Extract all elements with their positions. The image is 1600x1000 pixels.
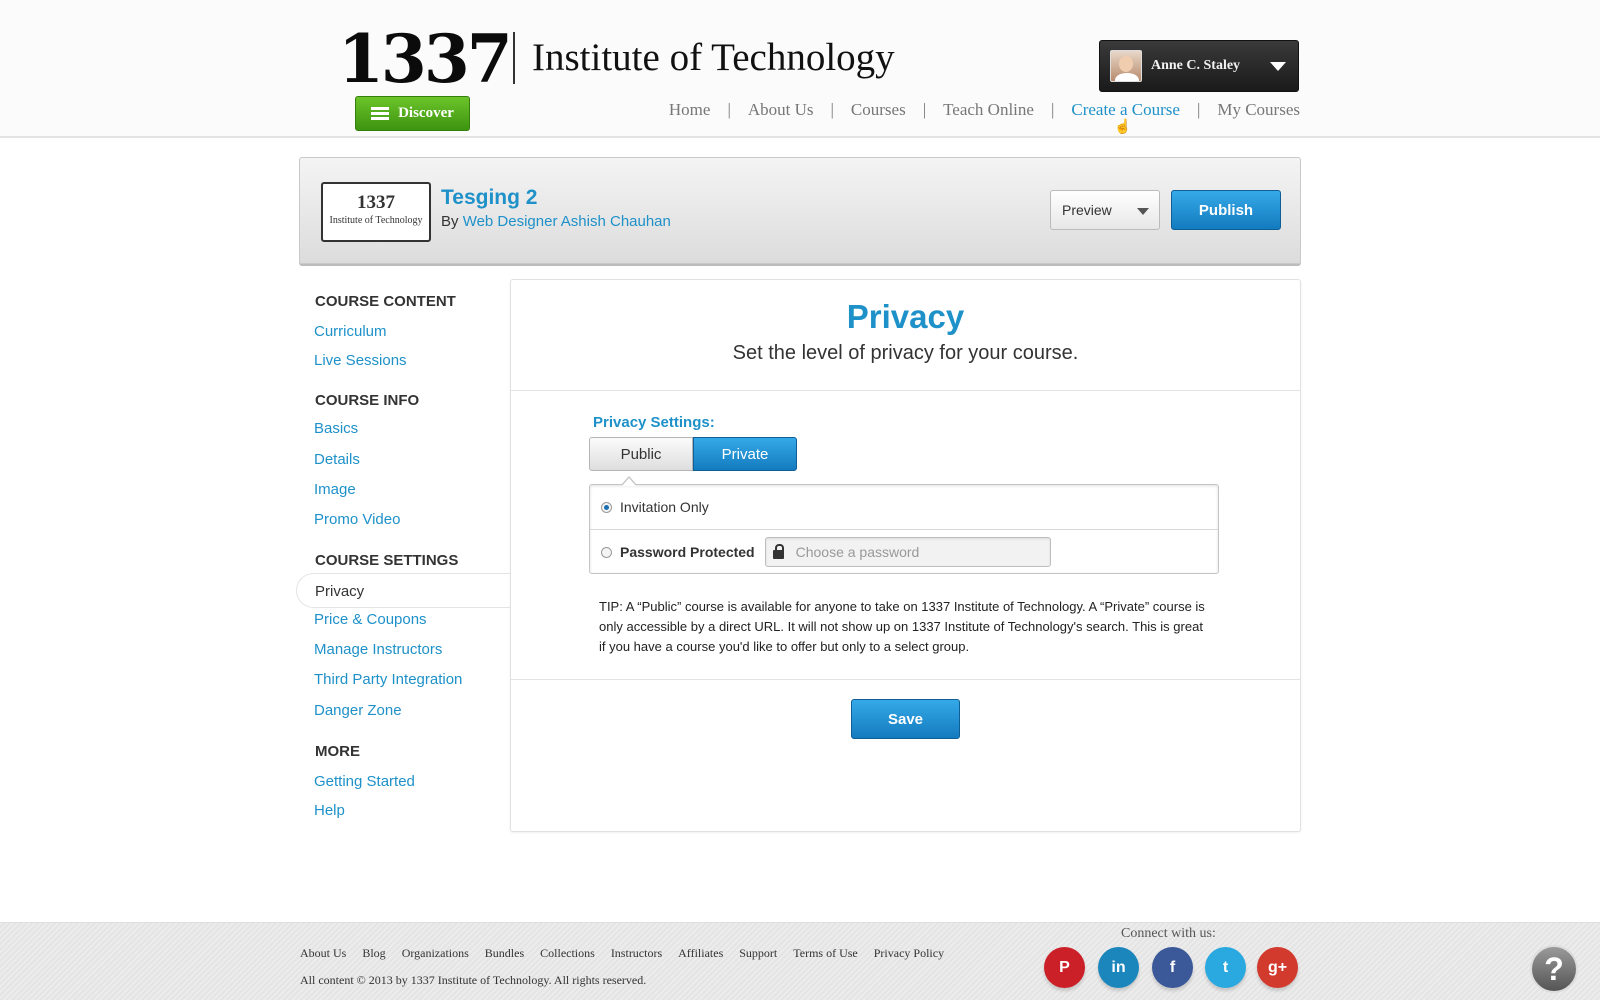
password-protected-label[interactable]: Password Protected — [620, 544, 755, 560]
footer-link-terms-of-use[interactable]: Terms of Use — [793, 946, 857, 961]
menu-icon — [371, 107, 390, 120]
twitter-icon[interactable]: t — [1205, 947, 1246, 988]
sidebar-item-label: Privacy — [315, 583, 365, 600]
course-author-link[interactable]: Web Designer Ashish Chauhan — [463, 213, 671, 230]
course-logo: 1337 Institute of Technology — [321, 182, 431, 242]
help-icon[interactable]: ? — [1530, 945, 1578, 993]
sidebar-item-third-party-integration[interactable]: Third Party Integration — [314, 671, 462, 688]
google-plus-icon[interactable]: g+ — [1257, 947, 1298, 988]
nav-separator: | — [830, 100, 834, 119]
footer-link-instructors[interactable]: Instructors — [611, 946, 662, 961]
page-subtitle: Set the level of privacy for your course… — [732, 342, 1079, 364]
footer-link-about-us[interactable]: About Us — [300, 946, 346, 961]
sidebar-item-basics[interactable]: Basics — [314, 420, 358, 437]
sidebar-heading-course-info: COURSE INFO — [315, 392, 420, 409]
avatar — [1110, 50, 1142, 82]
footer-link-affiliates[interactable]: Affiliates — [678, 946, 723, 961]
site-logo-text[interactable]: Institute of Technology — [532, 34, 895, 82]
privacy-settings-label: Privacy Settings: — [593, 414, 715, 431]
course-logo-number: 1337 — [357, 192, 395, 213]
nav-separator: | — [727, 100, 731, 119]
course-byline: By Web Designer Ashish Chauhan — [441, 213, 671, 230]
course-header-bar: 1337 Institute of Technology Tesging 2 B… — [299, 157, 1301, 264]
connect-label: Connect with us: — [1121, 926, 1216, 941]
nav-about-us[interactable]: About Us — [748, 100, 814, 120]
site-footer: About Us Blog Organizations Bundles Coll… — [0, 922, 1600, 1000]
facebook-icon[interactable]: f — [1152, 947, 1193, 988]
footer-link-bundles[interactable]: Bundles — [485, 946, 524, 961]
nav-courses[interactable]: Courses — [851, 100, 906, 120]
password-protected-radio[interactable] — [601, 546, 612, 558]
privacy-panel: Privacy Set the level of privacy for you… — [510, 279, 1301, 832]
invitation-only-row[interactable]: Invitation Only — [590, 485, 1218, 530]
nav-separator: | — [922, 100, 927, 119]
save-button[interactable]: Save — [851, 699, 960, 739]
sidebar-item-live-sessions[interactable]: Live Sessions — [314, 352, 407, 369]
sidebar-item-price-coupons[interactable]: Price & Coupons — [314, 611, 427, 628]
sidebar-item-privacy[interactable]: Privacy — [296, 573, 510, 608]
site-logo-number[interactable]: 1337 — [338, 14, 513, 104]
password-placeholder: Choose a password — [795, 544, 920, 560]
footer-link-support[interactable]: Support — [739, 946, 777, 961]
nav-create-a-course[interactable]: Create a Course — [1071, 100, 1180, 120]
user-name: Anne C. Staley — [1151, 58, 1241, 73]
lock-icon — [772, 544, 784, 559]
linkedin-icon[interactable]: in — [1098, 947, 1139, 988]
sidebar-item-image[interactable]: Image — [314, 481, 356, 498]
options-pointer-inner — [622, 478, 636, 486]
chevron-down-icon — [1137, 208, 1149, 215]
password-protected-row[interactable]: Password Protected Choose a password — [590, 530, 1218, 574]
preview-label: Preview — [1062, 202, 1112, 218]
discover-label: Discover — [398, 105, 454, 121]
sidebar-heading-more: MORE — [315, 743, 360, 760]
footer-link-privacy-policy[interactable]: Privacy Policy — [874, 946, 944, 961]
nav-teach-online[interactable]: Teach Online — [943, 100, 1034, 120]
sidebar-heading-course-settings: COURSE SETTINGS — [315, 552, 459, 569]
footer-link-collections[interactable]: Collections — [540, 946, 595, 961]
footer-link-blog[interactable]: Blog — [362, 946, 385, 961]
sidebar-item-getting-started[interactable]: Getting Started — [314, 773, 415, 790]
preview-dropdown[interactable]: Preview — [1050, 190, 1160, 230]
sidebar-item-help[interactable]: Help — [314, 802, 345, 819]
course-title[interactable]: Tesging 2 — [441, 186, 537, 210]
page-title: Privacy — [846, 298, 965, 335]
footer-links: About Us Blog Organizations Bundles Coll… — [300, 946, 944, 961]
sidebar-item-danger-zone[interactable]: Danger Zone — [314, 702, 402, 719]
invitation-only-label[interactable]: Invitation Only — [620, 499, 709, 515]
privacy-toggle: Public Private — [589, 437, 797, 471]
footer-link-organizations[interactable]: Organizations — [402, 946, 469, 961]
course-logo-text: Institute of Technology — [329, 215, 423, 226]
discover-button[interactable]: Discover — [355, 96, 470, 131]
invitation-only-radio[interactable] — [601, 501, 612, 513]
chevron-down-icon — [1270, 61, 1286, 71]
nav-home[interactable]: Home — [669, 100, 711, 120]
password-input[interactable]: Choose a password — [764, 537, 1051, 567]
privacy-tip: TIP: A “Public” course is available for … — [599, 599, 1205, 654]
user-menu[interactable]: Anne C. Staley — [1099, 40, 1299, 92]
footer-copyright: All content © 2013 by 1337 Institute of … — [300, 973, 647, 987]
hand-cursor-icon: ☝ — [1114, 118, 1132, 134]
byline-prefix: By — [441, 213, 459, 230]
divider — [511, 679, 1300, 680]
nav-my-courses[interactable]: My Courses — [1217, 100, 1300, 120]
main-nav: Home | About Us | Courses | Teach Online… — [669, 100, 1300, 120]
publish-button[interactable]: Publish — [1171, 190, 1281, 230]
logo-divider — [513, 32, 515, 84]
pinterest-icon[interactable]: P — [1044, 947, 1085, 988]
nav-separator: | — [1050, 100, 1055, 119]
site-header: 1337 Institute of Technology Discover An… — [0, 0, 1600, 138]
sidebar-item-curriculum[interactable]: Curriculum — [314, 323, 387, 340]
private-options-box: Invitation Only Password Protected Choos… — [589, 484, 1219, 574]
sidebar-heading-course-content: COURSE CONTENT — [315, 293, 456, 310]
sidebar-item-details[interactable]: Details — [314, 451, 360, 468]
sidebar-item-manage-instructors[interactable]: Manage Instructors — [314, 641, 442, 658]
divider — [511, 390, 1300, 391]
public-toggle-button[interactable]: Public — [589, 437, 693, 471]
nav-separator: | — [1196, 100, 1201, 119]
private-toggle-button[interactable]: Private — [693, 437, 797, 471]
sidebar-item-promo-video[interactable]: Promo Video — [314, 511, 400, 528]
